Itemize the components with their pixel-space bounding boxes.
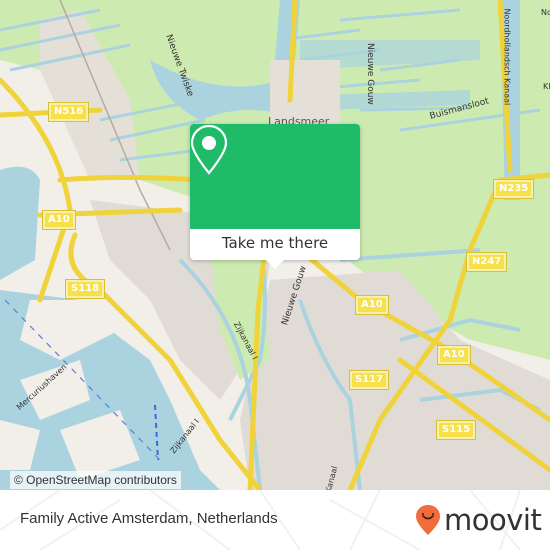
road-label-n235: N235 [492, 179, 535, 199]
road-label-n516: N516 [47, 102, 90, 122]
road-label-s118: S118 [64, 279, 106, 299]
road-label-s117: S117 [348, 370, 390, 390]
footer: Family Active Amsterdam, Netherlands moo… [0, 490, 550, 550]
moovit-logo[interactable]: moovit [414, 502, 544, 538]
place-label-kl: Kl [543, 82, 550, 91]
take-me-there-button[interactable]: Take me there [190, 229, 360, 260]
location-title: Family Active Amsterdam, Netherlands [20, 510, 278, 527]
popup-header [190, 124, 360, 229]
map-attribution[interactable]: © OpenStreetMap contributors [10, 471, 181, 489]
moovit-wordmark: moovit [444, 503, 542, 537]
road-label-n247: N247 [465, 252, 508, 272]
place-label-noordhollandsch-kanaal: Noordhollandsch Kanaal [502, 8, 512, 106]
map-pin-icon [190, 124, 228, 175]
road-label-a10-east: A10 [437, 345, 471, 365]
road-label-s115: S115 [435, 420, 477, 440]
moovit-pin-icon [416, 505, 440, 535]
place-label-no: No [541, 8, 550, 17]
place-label-nieuwe-gouw-north: Nieuwe Gouw [365, 43, 375, 105]
road-label-a10-west: A10 [42, 210, 76, 230]
location-popup: Take me there [190, 124, 360, 269]
map[interactable]: N516 A10 S118 N235 N247 A10 A10 S117 S11… [0, 0, 550, 490]
road-label-a10-center: A10 [355, 295, 389, 315]
popup-pointer [266, 260, 284, 269]
